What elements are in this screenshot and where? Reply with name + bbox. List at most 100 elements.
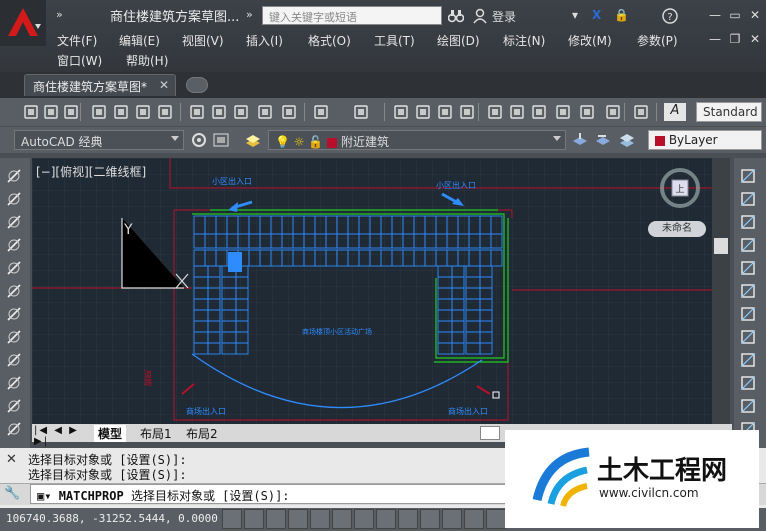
trim-icon[interactable] bbox=[738, 373, 758, 393]
exchange-icon[interactable]: X bbox=[592, 8, 601, 24]
menu-window[interactable]: 窗口(W) bbox=[57, 52, 102, 69]
quickcalc-icon[interactable] bbox=[604, 103, 622, 121]
menu-edit[interactable]: 编辑(E) bbox=[119, 32, 160, 49]
erase-icon[interactable] bbox=[738, 166, 758, 186]
mirror-icon[interactable] bbox=[738, 212, 758, 232]
copy-icon[interactable] bbox=[210, 103, 228, 121]
block-editor-icon[interactable] bbox=[280, 103, 298, 121]
ducs-button[interactable] bbox=[398, 509, 418, 529]
markup-icon[interactable] bbox=[578, 103, 596, 121]
drawing-canvas[interactable]: Y 小区出入口 小区出入口 商场楼顶小区活动广场 商场出入口 商场出入口 道路 … bbox=[32, 158, 712, 424]
polygon-icon[interactable] bbox=[4, 235, 24, 255]
expand-qat-icon[interactable]: » bbox=[56, 8, 63, 24]
new-tab-button[interactable] bbox=[186, 77, 208, 93]
infer-constraints-button[interactable] bbox=[222, 509, 242, 529]
app-menu-button[interactable] bbox=[0, 0, 46, 46]
design-center-icon[interactable] bbox=[508, 103, 526, 121]
binoculars-icon[interactable] bbox=[447, 8, 465, 24]
tool-palettes-icon[interactable] bbox=[530, 103, 548, 121]
sheet-set-icon[interactable] bbox=[554, 103, 572, 121]
object-snap-tracking-button[interactable] bbox=[376, 509, 396, 529]
zoom-window-icon[interactable] bbox=[436, 103, 454, 121]
vertical-scrollbar[interactable] bbox=[712, 158, 730, 424]
tab-drawing[interactable]: 商住楼建筑方案草图* ✕ bbox=[24, 74, 176, 96]
match-properties-icon[interactable] bbox=[256, 103, 274, 121]
stretch-icon[interactable] bbox=[738, 350, 758, 370]
zoom-previous-icon[interactable] bbox=[458, 103, 476, 121]
circle-icon[interactable] bbox=[4, 304, 24, 324]
menu-insert[interactable]: 插入(I) bbox=[246, 32, 283, 49]
extend-icon[interactable] bbox=[738, 396, 758, 416]
layer-properties-icon[interactable] bbox=[244, 131, 262, 149]
snap-mode-button[interactable] bbox=[244, 509, 264, 529]
workspace-settings-icon[interactable] bbox=[190, 131, 208, 149]
menu-file[interactable]: 文件(F) bbox=[57, 32, 97, 49]
revision-cloud-icon[interactable] bbox=[4, 327, 24, 347]
make-current-layer-icon[interactable] bbox=[571, 131, 589, 149]
arc-icon[interactable] bbox=[4, 281, 24, 301]
paste-icon[interactable] bbox=[232, 103, 250, 121]
redo-icon[interactable] bbox=[352, 103, 370, 121]
login-link[interactable]: 登录 bbox=[492, 8, 516, 24]
help-icon[interactable] bbox=[632, 103, 650, 121]
tab-layout1[interactable]: 布局1 bbox=[136, 425, 176, 442]
menu-dimension[interactable]: 标注(N) bbox=[503, 32, 545, 49]
color-combo[interactable]: ByLayer bbox=[648, 130, 762, 150]
polyline-icon[interactable] bbox=[4, 212, 24, 232]
publish-icon[interactable] bbox=[134, 103, 152, 121]
lock-icon[interactable]: 🔒 bbox=[614, 8, 629, 24]
scroll-thumb[interactable] bbox=[714, 238, 728, 254]
3d-osnap-button[interactable] bbox=[354, 509, 374, 529]
pan-icon[interactable] bbox=[392, 103, 410, 121]
layer-previous-icon[interactable] bbox=[594, 131, 612, 149]
cut-icon[interactable] bbox=[188, 103, 206, 121]
search-input[interactable]: 键入关键字或短语 bbox=[262, 6, 442, 25]
dropdown-arrow-icon[interactable]: ▾ bbox=[572, 8, 578, 24]
viewport-controls[interactable]: [−][俯视][二维线框] bbox=[36, 163, 146, 180]
menu-modify[interactable]: 修改(M) bbox=[568, 32, 612, 49]
quick-properties-button[interactable] bbox=[486, 509, 506, 529]
workspace-combo[interactable]: AutoCAD 经典 bbox=[14, 130, 184, 150]
menu-view[interactable]: 视图(V) bbox=[182, 32, 224, 49]
ellipse-arc-icon[interactable] bbox=[4, 396, 24, 416]
transparency-button[interactable] bbox=[464, 509, 484, 529]
layer-combo[interactable]: 💡 ☼ 🔓 附近建筑 bbox=[268, 130, 566, 150]
menu-format[interactable]: 格式(O) bbox=[308, 32, 351, 49]
help-icon[interactable]: ? bbox=[662, 8, 678, 24]
text-style-icon[interactable]: A bbox=[664, 103, 686, 121]
lineweight-button[interactable] bbox=[442, 509, 462, 529]
array-icon[interactable] bbox=[738, 258, 758, 278]
polar-tracking-button[interactable] bbox=[310, 509, 330, 529]
hscroll-thumb[interactable] bbox=[480, 426, 500, 440]
doc-close-button[interactable]: ✕ bbox=[747, 32, 763, 46]
copy-object-icon[interactable] bbox=[738, 189, 758, 209]
zoom-realtime-icon[interactable] bbox=[414, 103, 432, 121]
dynamic-input-button[interactable] bbox=[420, 509, 440, 529]
layout-nav-arrows[interactable]: |◀ ◀ ▶ ▶| bbox=[34, 425, 94, 447]
line-icon[interactable] bbox=[4, 166, 24, 186]
tab-close-icon[interactable]: ✕ bbox=[159, 78, 169, 92]
properties-icon[interactable] bbox=[486, 103, 504, 121]
undo-icon[interactable] bbox=[312, 103, 330, 121]
text-style-combo[interactable]: Standard bbox=[696, 102, 762, 122]
doc-restore-button[interactable]: ❐ bbox=[727, 32, 743, 46]
grid-display-button[interactable] bbox=[266, 509, 286, 529]
minimize-button[interactable]: — bbox=[707, 8, 723, 22]
tab-layout2[interactable]: 布局2 bbox=[182, 425, 222, 442]
layer-tool-icon[interactable] bbox=[212, 131, 230, 149]
construction-line-icon[interactable] bbox=[4, 189, 24, 209]
rectangle-icon[interactable] bbox=[4, 258, 24, 278]
ellipse-icon[interactable] bbox=[4, 373, 24, 393]
tab-model[interactable]: 模型 bbox=[94, 425, 127, 442]
menu-parameter[interactable]: 参数(P) bbox=[637, 32, 678, 49]
rotate-icon[interactable] bbox=[738, 304, 758, 324]
object-snap-button[interactable] bbox=[332, 509, 352, 529]
title-expand-icon[interactable]: » bbox=[246, 8, 253, 21]
menu-draw[interactable]: 绘图(D) bbox=[437, 32, 480, 49]
user-icon[interactable] bbox=[472, 8, 488, 24]
close-button[interactable]: ✕ bbox=[747, 8, 763, 22]
command-close-icon[interactable]: ✕ bbox=[6, 452, 17, 467]
wrench-icon[interactable]: 🔧 bbox=[4, 486, 20, 501]
print-preview-icon[interactable] bbox=[112, 103, 130, 121]
move-icon[interactable] bbox=[738, 281, 758, 301]
